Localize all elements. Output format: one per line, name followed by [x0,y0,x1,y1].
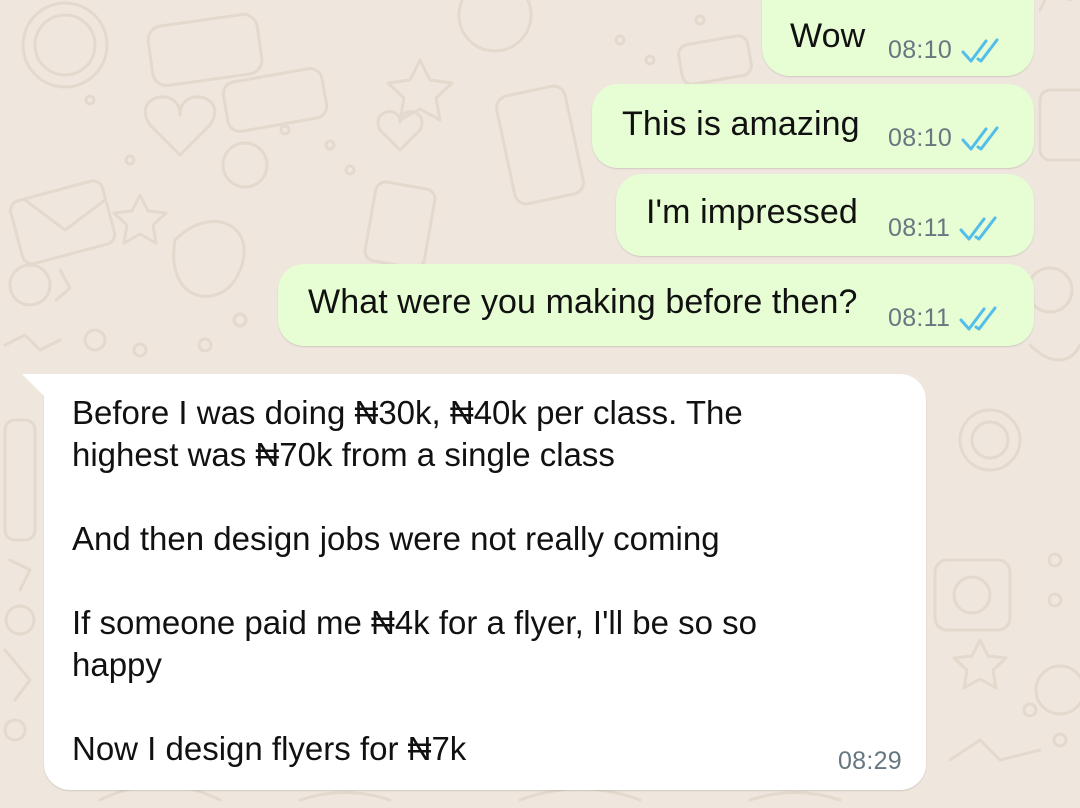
conversation: Wow 08:10 This is amazing 08:10 I'm impr… [0,0,1080,808]
message-text: This is amazing [622,105,860,143]
message-text: Wow [790,17,866,55]
message-meta: 08:10 [888,124,1004,153]
message-meta: 08:10 [888,36,1004,65]
message-time: 08:11 [888,214,951,242]
message-time: 08:29 [837,747,902,775]
double-check-icon [959,216,997,240]
double-check-icon [961,38,999,62]
outgoing-message[interactable]: What were you making before then? 08:11 [278,264,1034,346]
double-check-icon [961,126,999,150]
message-text: What were you making before then? [308,283,858,321]
message-text: Before I was doing ₦30k, ₦40k per class.… [72,394,757,767]
double-check-icon [959,306,997,330]
message-time: 08:10 [888,124,953,152]
message-time: 08:11 [888,304,951,332]
message-meta: 08:11 [888,304,1002,333]
bubble-tail [22,374,62,404]
outgoing-message[interactable]: Wow 08:10 [762,0,1034,76]
message-text: I'm impressed [646,193,858,231]
message-meta: 08:11 [888,214,1002,243]
incoming-message[interactable]: Before I was doing ₦30k, ₦40k per class.… [22,374,926,790]
message-time: 08:10 [888,36,953,64]
outgoing-message[interactable]: I'm impressed 08:11 [616,174,1034,256]
outgoing-message[interactable]: This is amazing 08:10 [592,84,1034,168]
